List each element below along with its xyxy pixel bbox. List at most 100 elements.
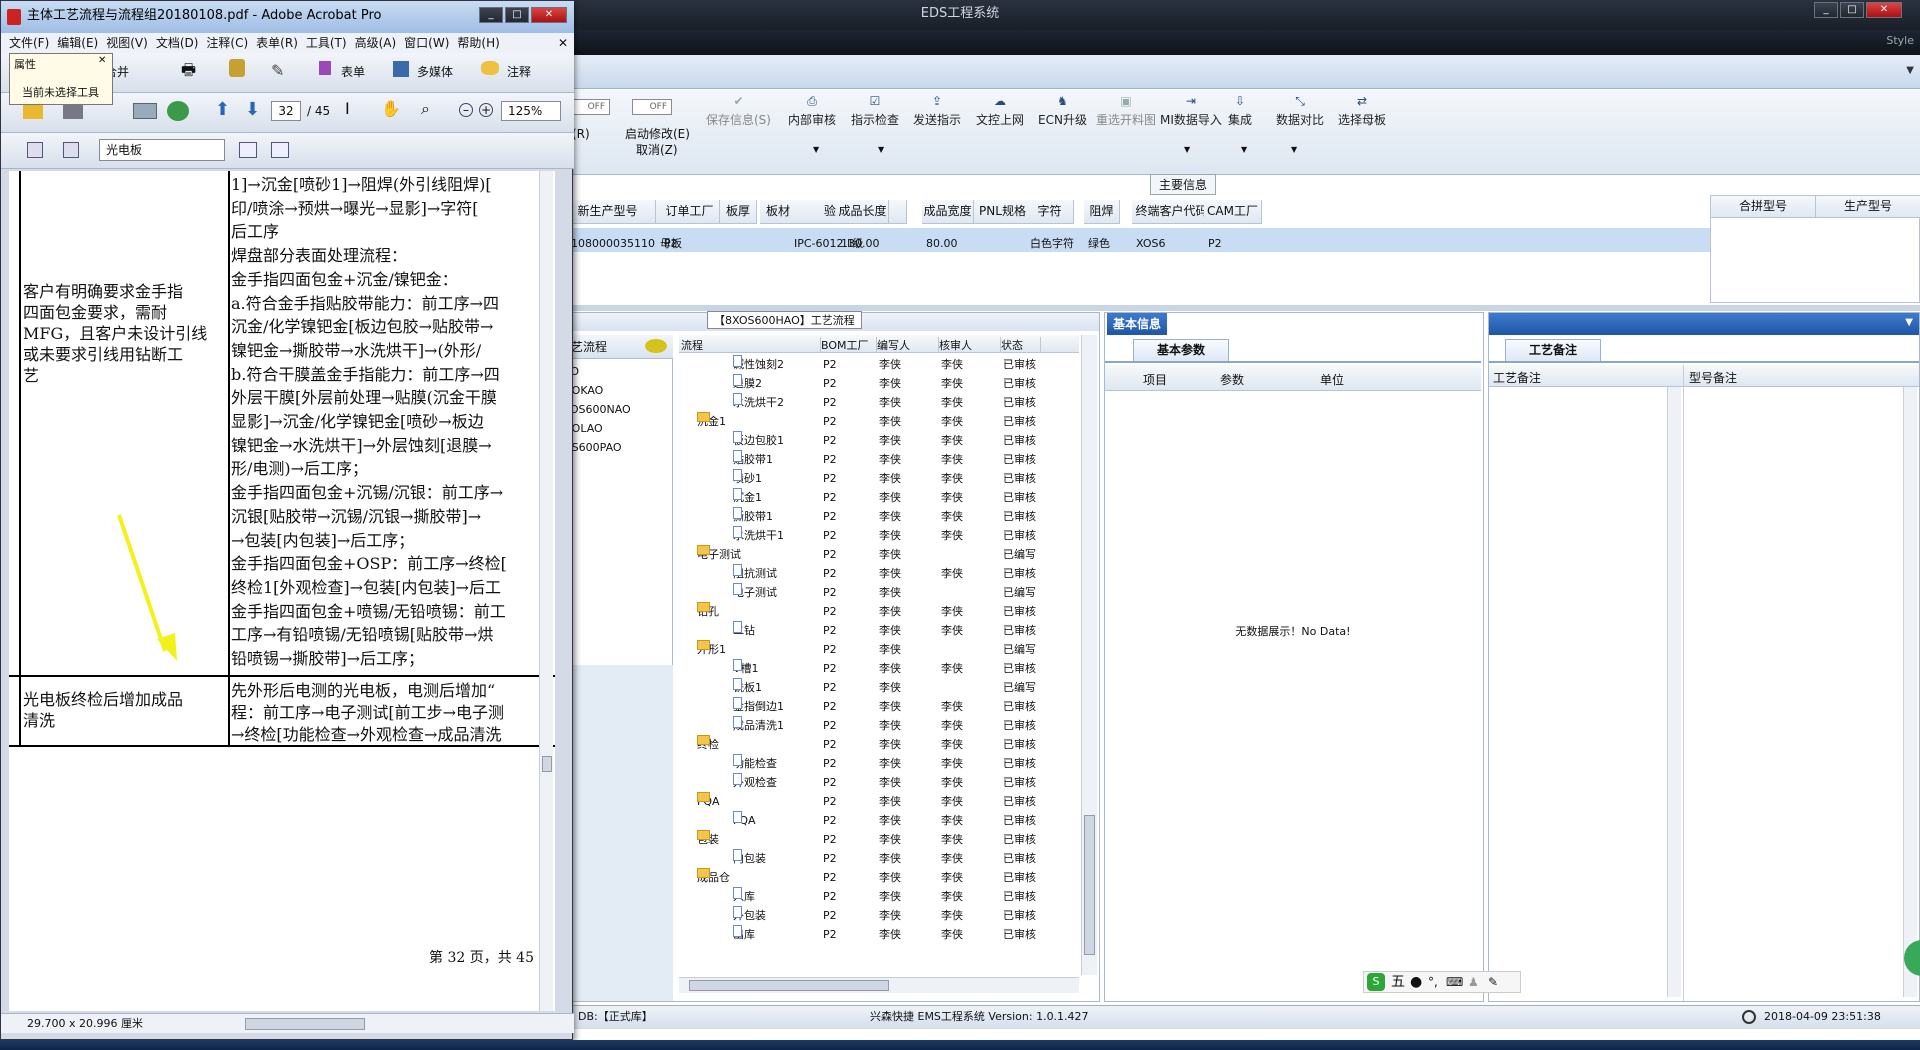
sign-icon[interactable]: ✎ xyxy=(271,61,284,80)
print-icon[interactable] xyxy=(63,103,83,119)
flow-left-item[interactable]: XOS600NAO xyxy=(563,403,631,416)
toolbar-button-4[interactable]: ☁ 文控上网 xyxy=(976,95,1024,128)
dropdown-arrow-icon[interactable]: ▼ xyxy=(1241,145,1247,154)
flow-row[interactable]: 沉金1 P2 李侠 李侠 已审核 xyxy=(679,488,1079,507)
find-previous-icon[interactable] xyxy=(239,142,257,158)
toolbar-button-2[interactable]: ☑ 指示检查 xyxy=(851,95,899,128)
toolbar-button-7[interactable]: ⇥ MI数据导入 xyxy=(1160,95,1222,128)
comment-icon[interactable] xyxy=(481,61,499,75)
flow-row[interactable]: −钻孔 P2 李侠 李侠 已审核 xyxy=(679,602,1079,621)
zoom-tool-icon[interactable]: ⌕ xyxy=(421,99,430,119)
flow-row[interactable]: −终检 P2 李侠 李侠 已审核 xyxy=(679,735,1079,754)
print-icon[interactable]: 🖶 xyxy=(181,59,196,86)
zoom-select[interactable]: 125% xyxy=(501,101,561,121)
close-button[interactable]: ✕ xyxy=(1866,2,1902,18)
flow-row[interactable]: 功能检查 P2 李侠 李侠 已审核 xyxy=(679,754,1079,773)
notes-vscroll[interactable] xyxy=(1667,387,1681,997)
toolbar-button-5[interactable]: ♞ ECN升级 xyxy=(1038,95,1087,128)
flow-row[interactable]: 出库 P2 李侠 李侠 已审核 xyxy=(679,925,1079,944)
fit-page-icon[interactable] xyxy=(27,142,43,158)
style-label[interactable]: Style xyxy=(1886,34,1914,47)
open-icon[interactable] xyxy=(23,103,43,119)
toolbar-button-10[interactable]: ⇄ 选择母板 xyxy=(1338,95,1386,128)
toolbar-button-3[interactable]: ⇪ 发送指示 xyxy=(913,95,961,128)
flow-row[interactable]: 成品清洗1 P2 李侠 李侠 已审核 xyxy=(679,716,1079,735)
hand-tool-icon[interactable]: ✋ xyxy=(381,99,401,118)
popup-close-icon[interactable]: ✕ xyxy=(98,55,106,66)
flow-row[interactable]: −成品仓 P2 李侠 李侠 已审核 xyxy=(679,868,1079,887)
flow-row[interactable]: 外观检查 P2 李侠 李侠 已审核 xyxy=(679,773,1079,792)
toolbar-button-1[interactable]: ⎙ 内部审核 xyxy=(788,95,836,128)
email-icon[interactable] xyxy=(133,103,157,119)
flow-row[interactable]: −FQA P2 李侠 李侠 已审核 xyxy=(679,792,1079,811)
flow-row[interactable]: 铣板1 P2 李侠 已编写 xyxy=(679,678,1079,697)
flow-hscroll[interactable] xyxy=(679,977,1079,993)
toolbar-button-9[interactable]: ⤡ 数据对比 xyxy=(1276,95,1324,128)
toggle-2[interactable]: OFF xyxy=(632,99,672,115)
ime-mode[interactable]: 五 xyxy=(1391,972,1405,992)
ime-dot-icon[interactable]: ● xyxy=(1410,972,1422,992)
flow-row[interactable]: −包装 P2 李侠 李侠 已审核 xyxy=(679,830,1079,849)
ime-bar[interactable]: S 五 ● °, ⌨ ♟ ✎ xyxy=(1363,971,1521,993)
dropdown-arrow-icon[interactable]: ▼ xyxy=(1184,145,1190,154)
flow-row[interactable]: 退膜2 P2 李侠 李侠 已审核 xyxy=(679,374,1079,393)
dropdown-arrow-icon[interactable]: ▼ xyxy=(878,145,884,154)
acrobat-menu-6[interactable]: 工具(T) xyxy=(306,36,347,50)
zoom-in-icon[interactable]: + xyxy=(479,103,493,117)
lock-icon[interactable] xyxy=(229,59,245,77)
acrobat-menu-7[interactable]: 高级(A) xyxy=(355,36,397,50)
toolbar-button-8[interactable]: ⇩ 集成 xyxy=(1228,95,1252,128)
dropdown-arrow-icon[interactable]: ▼ xyxy=(1291,145,1297,154)
form-icon[interactable] xyxy=(319,61,331,75)
flow-row[interactable]: 二钻 P2 李侠 李侠 已审核 xyxy=(679,621,1079,640)
flow-row[interactable]: 水洗烘干2 P2 李侠 李侠 已审核 xyxy=(679,393,1079,412)
flow-row[interactable]: −电子测试 P2 李侠 已编写 xyxy=(679,545,1079,564)
wrench-icon[interactable]: ✎ xyxy=(1488,972,1498,992)
acrobat-menu-4[interactable]: 注释(C) xyxy=(206,36,248,50)
flow-row[interactable]: 板边包胶1 P2 李侠 李侠 已审核 xyxy=(679,431,1079,450)
flow-row[interactable]: 贴胶带1 P2 李侠 李侠 已审核 xyxy=(679,450,1079,469)
arrow-up-icon[interactable]: ⬆ xyxy=(215,99,230,120)
flow-row[interactable]: 阻抗测试 P2 李侠 李侠 已审核 xyxy=(679,564,1079,583)
model-vscroll[interactable] xyxy=(1903,387,1917,997)
acrobat-menu-8[interactable]: 窗口(W) xyxy=(404,36,449,50)
flow-row[interactable]: 入库 P2 李侠 李侠 已审核 xyxy=(679,887,1079,906)
flow-row[interactable]: 金指倒边1 P2 李侠 李侠 已审核 xyxy=(679,697,1079,716)
minimize-button[interactable]: _ xyxy=(1814,2,1838,18)
acrobat-menu-close-icon[interactable]: ✕ xyxy=(558,33,568,53)
flow-row[interactable]: 碱性蚀刻2 P2 李侠 李侠 已审核 xyxy=(679,355,1079,374)
acrobat-minimize-button[interactable]: _ xyxy=(479,7,503,23)
hscroll[interactable] xyxy=(245,1018,365,1030)
flow-row[interactable]: 喷砂1 P2 李侠 李侠 已审核 xyxy=(679,469,1079,488)
flow-row[interactable]: −沉金1 P2 李侠 李侠 已审核 xyxy=(679,412,1079,431)
chevron-down-icon[interactable]: ▼ xyxy=(1905,317,1913,328)
ime-punct-icon[interactable]: °, xyxy=(1428,972,1438,992)
flow-row[interactable]: FQA P2 李侠 李侠 已审核 xyxy=(679,811,1079,830)
flow-row[interactable]: −外形1 P2 李侠 已编写 xyxy=(679,640,1079,659)
find-input[interactable]: 光电板 xyxy=(99,139,225,161)
flow-row[interactable]: 电子测试 P2 李侠 已编写 xyxy=(679,583,1079,602)
page-number-input[interactable]: 32 xyxy=(271,101,301,121)
flow-row[interactable]: 外包装 P2 李侠 李侠 已审核 xyxy=(679,906,1079,925)
toolbar-cancel-label[interactable]: 取消(Z) xyxy=(636,141,678,158)
tab-basic-params[interactable]: 基本参数 xyxy=(1133,339,1229,361)
zoom-out-icon[interactable]: – xyxy=(459,103,473,117)
acrobat-menu-5[interactable]: 表单(R) xyxy=(256,36,298,50)
tab-process-notes[interactable]: 工艺备注 xyxy=(1505,339,1601,361)
acrobat-close-button[interactable]: ✕ xyxy=(531,7,567,23)
select-tool-icon[interactable]: I xyxy=(345,99,350,118)
acrobat-menu-9[interactable]: 帮助(H) xyxy=(457,36,499,50)
comment-icon[interactable] xyxy=(645,339,667,353)
multimedia-button[interactable]: 多媒体 xyxy=(417,63,453,80)
toolbar-modify-label[interactable]: 启动修改(E) xyxy=(625,125,690,142)
acrobat-menu-2[interactable]: 视图(V) xyxy=(106,36,148,50)
dropdown-arrow-icon[interactable]: ▼ xyxy=(813,145,819,154)
ime-logo-icon[interactable]: S xyxy=(1367,973,1385,991)
arrow-down-icon[interactable]: ⬇ xyxy=(245,99,260,120)
refresh-icon[interactable] xyxy=(167,101,189,121)
flow-row[interactable]: 内包装 P2 李侠 李侠 已审核 xyxy=(679,849,1079,868)
flow-row[interactable]: 撕胶带1 P2 李侠 李侠 已审核 xyxy=(679,507,1079,526)
fit-width-icon[interactable] xyxy=(63,142,79,158)
multimedia-icon[interactable] xyxy=(393,61,409,77)
toggle-1[interactable]: OFF xyxy=(570,99,610,115)
